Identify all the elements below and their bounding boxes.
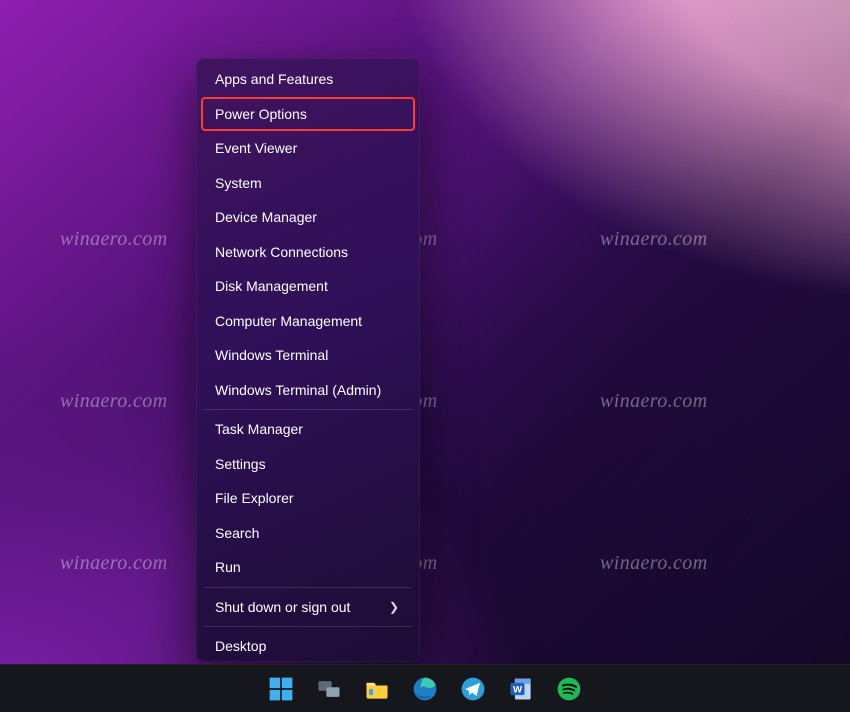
menu-item-disk-management[interactable]: Disk Management bbox=[201, 269, 415, 304]
menu-item-network-connections[interactable]: Network Connections bbox=[201, 235, 415, 270]
watermark: winaero.com bbox=[60, 228, 168, 251]
menu-item-label: Windows Terminal (Admin) bbox=[215, 382, 381, 398]
menu-item-event-viewer[interactable]: Event Viewer bbox=[201, 131, 415, 166]
menu-item-label: Disk Management bbox=[215, 278, 328, 294]
task-view-icon bbox=[315, 675, 343, 703]
menu-item-label: Settings bbox=[215, 456, 266, 472]
telegram-icon bbox=[459, 675, 487, 703]
menu-item-label: Shut down or sign out bbox=[215, 599, 350, 615]
menu-item-windows-terminal-admin[interactable]: Windows Terminal (Admin) bbox=[201, 373, 415, 408]
taskbar-word[interactable]: W bbox=[501, 669, 541, 709]
menu-item-label: Event Viewer bbox=[215, 140, 297, 156]
menu-separator bbox=[204, 587, 412, 588]
menu-item-windows-terminal[interactable]: Windows Terminal bbox=[201, 338, 415, 373]
menu-item-settings[interactable]: Settings bbox=[201, 447, 415, 482]
watermark: winaero.com bbox=[60, 552, 168, 575]
menu-item-label: Windows Terminal bbox=[215, 347, 328, 363]
menu-item-shutdown-signout[interactable]: Shut down or sign out ❯ bbox=[201, 590, 415, 625]
taskbar-task-view[interactable] bbox=[309, 669, 349, 709]
watermark: winaero.com bbox=[600, 552, 708, 575]
taskbar-file-explorer[interactable] bbox=[357, 669, 397, 709]
taskbar-telegram[interactable] bbox=[453, 669, 493, 709]
menu-item-label: Task Manager bbox=[215, 421, 303, 437]
menu-item-desktop[interactable]: Desktop bbox=[201, 629, 415, 664]
spotify-icon bbox=[555, 675, 583, 703]
menu-item-file-explorer[interactable]: File Explorer bbox=[201, 481, 415, 516]
menu-item-label: Desktop bbox=[215, 638, 266, 654]
word-icon: W bbox=[507, 675, 535, 703]
taskbar-start-button[interactable] bbox=[261, 669, 301, 709]
taskbar: W bbox=[0, 664, 850, 712]
watermark: winaero.com bbox=[600, 228, 708, 251]
svg-text:W: W bbox=[513, 684, 523, 695]
windows-logo-icon bbox=[267, 675, 295, 703]
watermark: winaero.com bbox=[60, 390, 168, 413]
desktop: winaero.com winaero.com winaero.com wina… bbox=[0, 0, 850, 712]
menu-item-label: Network Connections bbox=[215, 244, 348, 260]
taskbar-edge[interactable] bbox=[405, 669, 445, 709]
menu-item-label: Run bbox=[215, 559, 241, 575]
menu-item-apps-and-features[interactable]: Apps and Features bbox=[201, 62, 415, 97]
menu-item-system[interactable]: System bbox=[201, 166, 415, 201]
folder-icon bbox=[363, 675, 391, 703]
menu-item-label: File Explorer bbox=[215, 490, 294, 506]
winx-menu: Apps and Features Power Options Event Vi… bbox=[196, 58, 420, 662]
menu-item-label: Power Options bbox=[215, 106, 307, 122]
menu-item-label: Device Manager bbox=[215, 209, 317, 225]
menu-item-computer-management[interactable]: Computer Management bbox=[201, 304, 415, 339]
menu-item-run[interactable]: Run bbox=[201, 550, 415, 585]
menu-separator bbox=[204, 626, 412, 627]
menu-item-task-manager[interactable]: Task Manager bbox=[201, 412, 415, 447]
edge-icon bbox=[411, 675, 439, 703]
menu-item-search[interactable]: Search bbox=[201, 516, 415, 551]
menu-item-device-manager[interactable]: Device Manager bbox=[201, 200, 415, 235]
menu-item-power-options[interactable]: Power Options bbox=[201, 97, 415, 132]
chevron-right-icon: ❯ bbox=[389, 600, 399, 614]
menu-item-label: Search bbox=[215, 525, 259, 541]
menu-separator bbox=[204, 409, 412, 410]
watermark: winaero.com bbox=[600, 390, 708, 413]
menu-item-label: Apps and Features bbox=[215, 71, 333, 87]
menu-item-label: System bbox=[215, 175, 262, 191]
menu-item-label: Computer Management bbox=[215, 313, 362, 329]
taskbar-spotify[interactable] bbox=[549, 669, 589, 709]
